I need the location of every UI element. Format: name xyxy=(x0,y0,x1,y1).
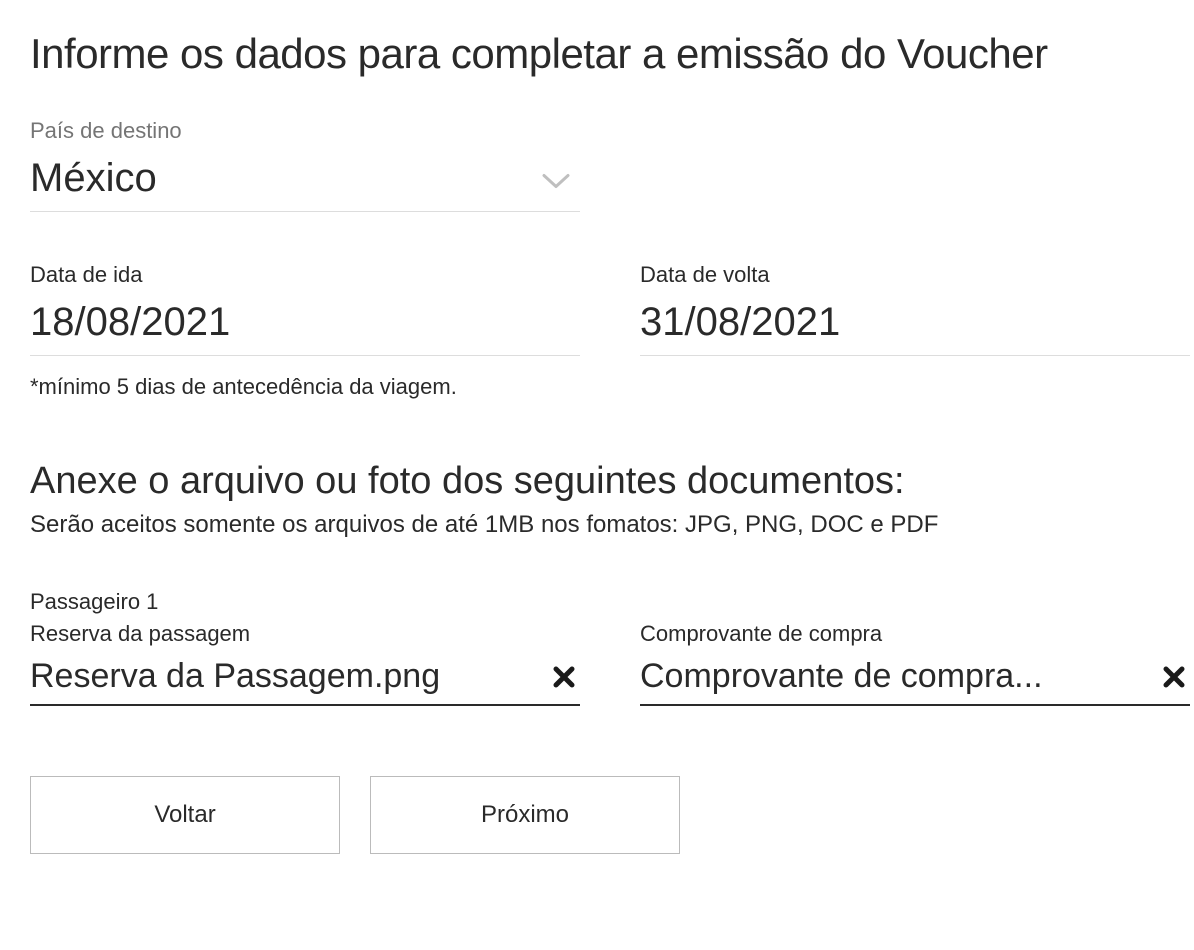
destination-value[interactable]: México xyxy=(30,156,580,201)
return-label: Data de volta xyxy=(640,262,1190,288)
receipt-upload-group: Comprovante de compra Comprovante de com… xyxy=(640,621,1190,706)
return-date-input[interactable] xyxy=(640,300,1190,356)
departure-label: Data de ida xyxy=(30,262,580,288)
destination-label: País de destino xyxy=(30,118,1164,144)
departure-hint: *mínimo 5 dias de antecedência da viagem… xyxy=(30,374,580,400)
chevron-down-icon xyxy=(542,172,570,195)
attach-subtext: Serão aceitos somente os arquivos de até… xyxy=(30,511,1164,539)
destination-field-group: País de destino México xyxy=(30,118,1164,212)
next-button[interactable]: Próximo xyxy=(370,776,680,854)
return-field-group: Data de volta xyxy=(640,262,1190,400)
reservation-file-field[interactable]: Reserva da Passagem.png xyxy=(30,657,580,706)
destination-select[interactable]: México xyxy=(30,156,580,212)
close-icon[interactable] xyxy=(548,665,580,689)
button-row: Voltar Próximo xyxy=(30,776,1164,854)
departure-date-input[interactable] xyxy=(30,300,580,356)
departure-field-group: Data de ida *mínimo 5 dias de antecedênc… xyxy=(30,262,580,400)
receipt-file-field[interactable]: Comprovante de compra... xyxy=(640,657,1190,706)
page-heading: Informe os dados para completar a emissã… xyxy=(30,30,1164,78)
receipt-upload-label: Comprovante de compra xyxy=(640,621,1190,647)
attach-heading: Anexe o arquivo ou foto dos seguintes do… xyxy=(30,460,1164,503)
reservation-upload-label: Reserva da passagem xyxy=(30,621,580,647)
back-button[interactable]: Voltar xyxy=(30,776,340,854)
receipt-file-name: Comprovante de compra... xyxy=(640,657,1158,696)
close-icon[interactable] xyxy=(1158,665,1190,689)
passenger-label: Passageiro 1 xyxy=(30,589,1164,615)
reservation-file-name: Reserva da Passagem.png xyxy=(30,657,548,696)
reservation-upload-group: Reserva da passagem Reserva da Passagem.… xyxy=(30,621,580,706)
